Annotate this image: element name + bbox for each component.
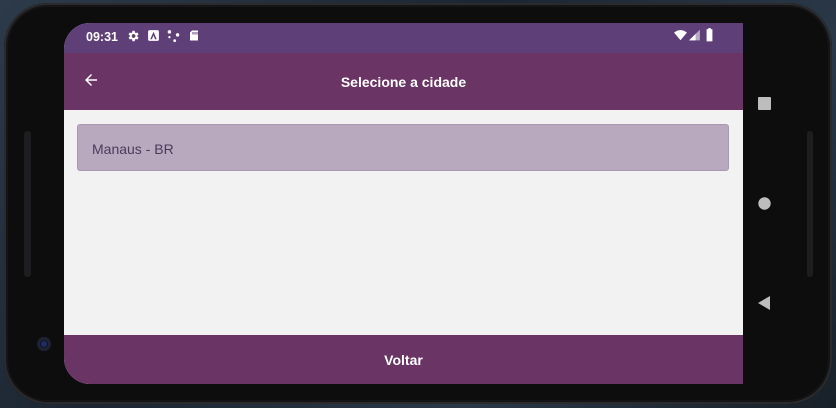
back-triangle-icon[interactable] [758,296,770,315]
recents-square-icon[interactable] [758,97,771,115]
app-bar: Selecione a cidade [64,53,743,110]
battery-icon [705,28,714,47]
status-icons-right [673,28,721,46]
voltar-button[interactable]: Voltar [64,335,743,384]
city-list: Manaus - BR [64,110,743,335]
app-icon [147,29,160,47]
city-item-label: Manaus - BR [92,141,174,157]
wifi-icon [673,28,688,47]
home-circle-icon[interactable] [758,197,771,215]
hotspot-icon [166,29,181,48]
status-time: 09:31 [86,30,118,44]
list-item-city[interactable]: Manaus - BR [77,124,729,171]
cell-signal-icon [688,28,701,47]
page-title: Selecione a cidade [340,74,467,90]
sd-card-icon [188,29,200,47]
front-camera [37,337,51,351]
power-button-right [807,131,813,277]
app-screen: 09:31 Selecione a cidade Manaus - BR Vol… [64,23,743,384]
voltar-button-label: Voltar [384,351,423,368]
settings-icon [126,29,140,48]
status-bar: 09:31 [64,23,743,53]
volume-button-left [24,131,31,277]
